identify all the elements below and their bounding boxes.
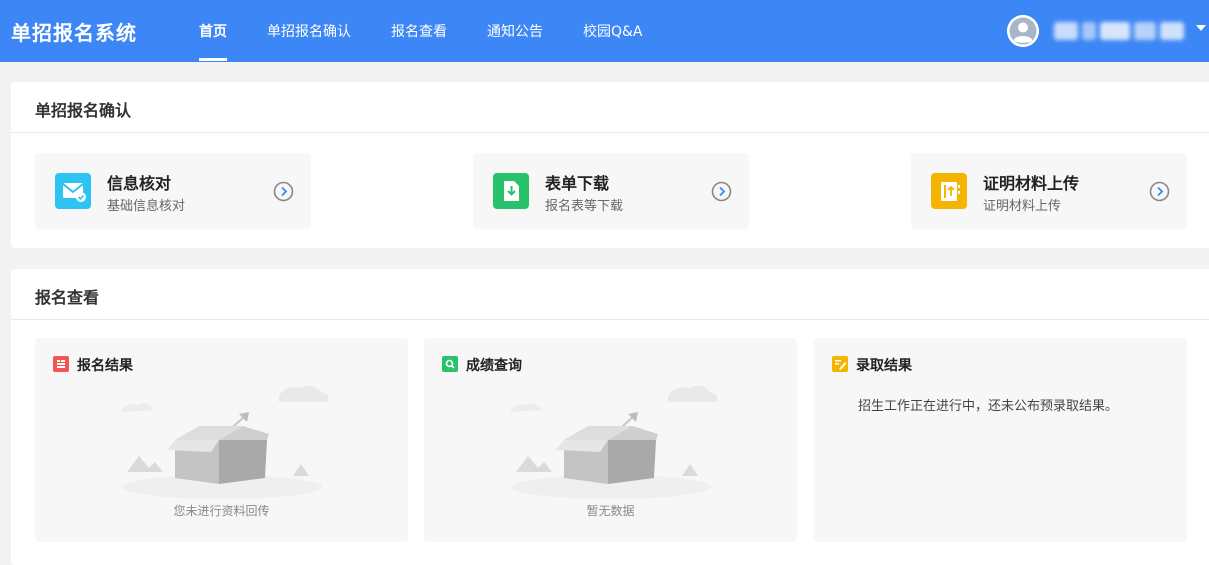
registration-result-card: 报名结果 您未进行资料回传 (35, 338, 408, 542)
chevron-right-circle-icon[interactable] (711, 181, 732, 202)
score-query-card: 成绩查询 暂无数据 (424, 338, 797, 542)
admission-status-message: 招生工作正在进行中，还未公布预录取结果。 (858, 399, 1119, 414)
divider (11, 132, 1209, 133)
card-subtitle: 报名表等下载 (545, 199, 624, 214)
app-title: 单招报名系统 (11, 21, 137, 45)
avatar-icon[interactable] (1007, 15, 1039, 47)
chevron-right-circle-icon[interactable] (273, 181, 294, 202)
material-upload-card[interactable]: 证明材料上传 证明材料上传 (911, 153, 1187, 229)
card-title: 信息核对 (107, 174, 172, 193)
nav-item-notices[interactable]: 通知公告 (487, 21, 543, 41)
card-subtitle: 证明材料上传 (983, 199, 1062, 214)
nav-item-registration-view[interactable]: 报名查看 (391, 21, 447, 41)
card-subtitle: 基础信息核对 (107, 199, 186, 214)
card-title: 成绩查询 (466, 358, 522, 374)
username-redacted[interactable] (1054, 22, 1184, 40)
top-nav-bar: 单招报名系统 首页 单招报名确认 报名查看 通知公告 校园Q&A (0, 0, 1209, 62)
nav-item-registration-confirm[interactable]: 单招报名确认 (267, 21, 351, 41)
admission-result-card: 录取结果 招生工作正在进行中，还未公布预录取结果。 (814, 338, 1187, 542)
form-download-card[interactable]: 表单下载 报名表等下载 (473, 153, 749, 229)
document-upload-icon (931, 173, 967, 209)
caret-down-icon[interactable] (1196, 25, 1206, 31)
card-title: 录取结果 (856, 358, 912, 374)
empty-state-text: 暂无数据 (586, 504, 635, 518)
panel-title: 报名查看 (35, 288, 100, 307)
mail-check-icon (55, 173, 91, 209)
nav-active-indicator (199, 58, 227, 61)
nav-item-campus-qa[interactable]: 校园Q&A (583, 21, 643, 41)
card-title: 表单下载 (545, 174, 610, 193)
edit-doc-icon (832, 356, 848, 372)
file-download-icon (493, 173, 529, 209)
list-icon (53, 356, 69, 372)
card-title: 证明材料上传 (983, 174, 1080, 193)
empty-state-text: 您未进行资料回传 (173, 504, 270, 518)
nav-item-home[interactable]: 首页 (199, 21, 227, 41)
empty-box-illustration (107, 380, 337, 500)
card-title: 报名结果 (77, 358, 133, 374)
info-verify-card[interactable]: 信息核对 基础信息核对 (35, 153, 311, 229)
divider (11, 319, 1209, 320)
panel-title: 单招报名确认 (35, 101, 132, 120)
chevron-right-circle-icon[interactable] (1149, 181, 1170, 202)
empty-box-illustration (496, 380, 726, 500)
search-doc-icon (442, 356, 458, 372)
